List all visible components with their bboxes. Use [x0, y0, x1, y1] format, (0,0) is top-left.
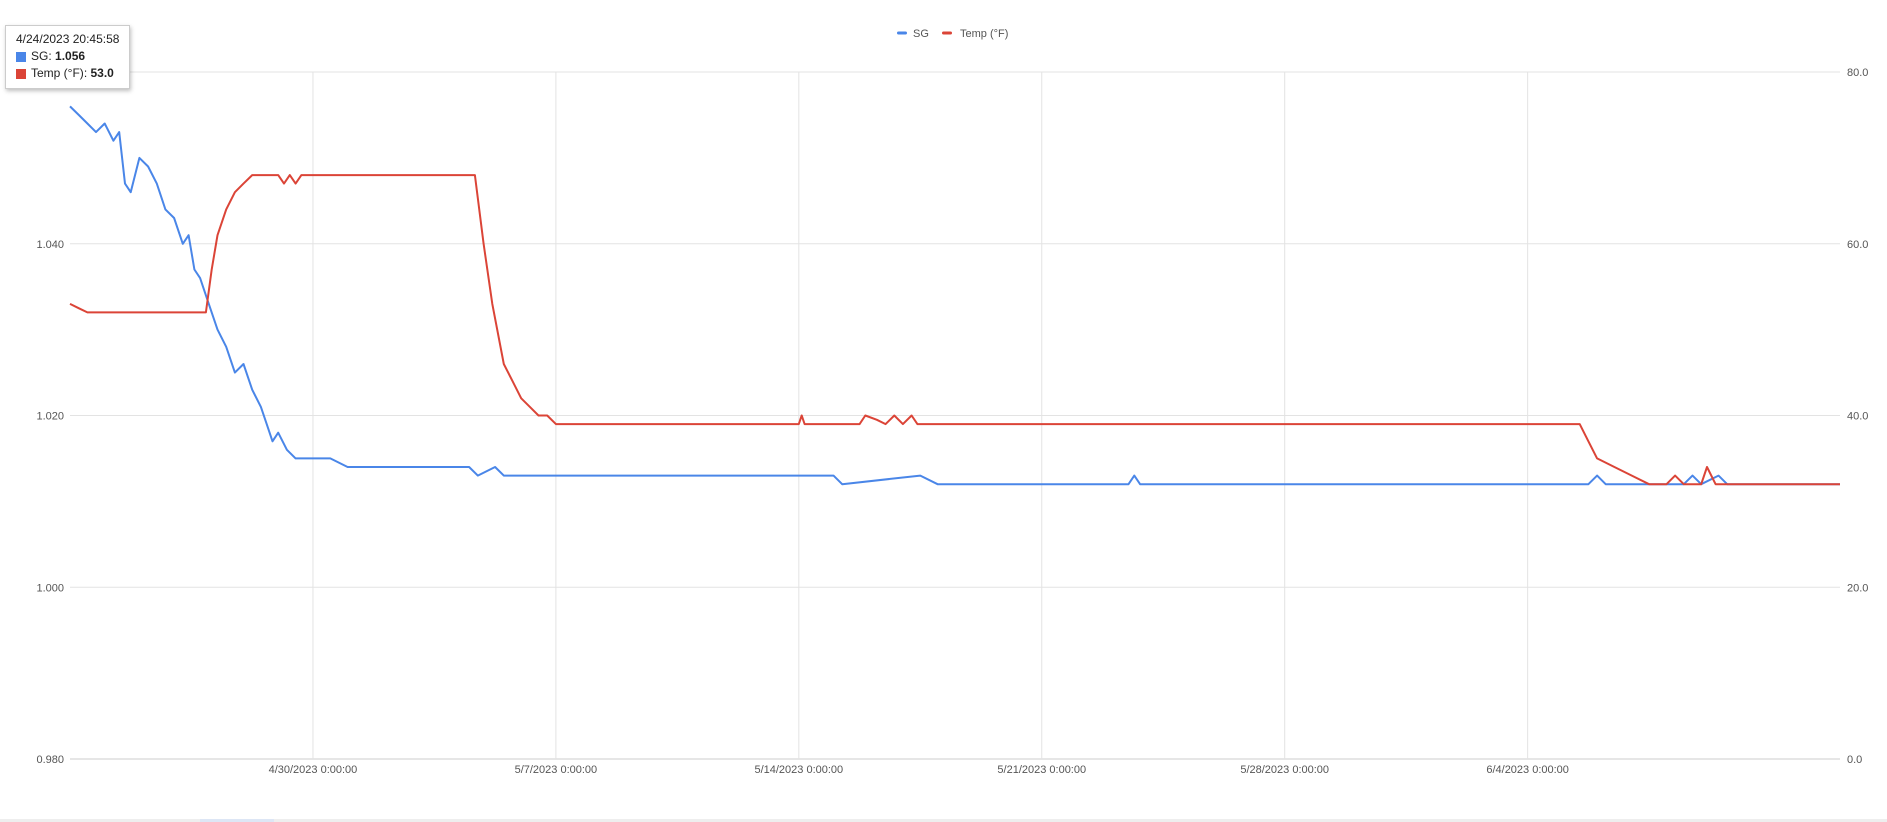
series-layer	[69, 105, 1840, 486]
tooltip-label-sg: SG	[31, 49, 49, 63]
tooltip-swatch-temp	[16, 68, 26, 79]
tooltip-date: 4/24/2023 20:45:58	[16, 32, 120, 46]
y-right-tick-label: 60.0	[1847, 239, 1868, 251]
tooltip-value-sg: 1.056	[55, 49, 86, 63]
legend-label-sg[interactable]: SG	[913, 28, 929, 40]
tooltip-swatch-sg	[16, 51, 26, 62]
x-tick-label: 4/30/2023 0:00:00	[269, 764, 358, 776]
y-left-tick-label: 1.020	[36, 411, 64, 423]
legend-label-temp[interactable]: Temp (°F)	[960, 28, 1008, 40]
y-left-tick-label: 1.040	[36, 239, 64, 251]
x-tick-label: 5/14/2023 0:00:00	[754, 764, 843, 776]
tooltip-label-temp: Temp (°F)	[31, 66, 84, 80]
legend-swatch-sg[interactable]	[897, 31, 907, 35]
tooltip-value-temp: 53.0	[90, 66, 114, 80]
x-tick-label: 6/4/2023 0:00:00	[1486, 764, 1569, 776]
line-chart: 0.980 1.000 1.020 1.040 0.0 20.0 40.0 60.0 80.0…	[36, 28, 1868, 776]
tooltip-row-sg: SG: 1.056	[16, 48, 119, 65]
x-tick-label: 5/28/2023 0:00:00	[1240, 764, 1329, 776]
left-axis: 0.980 1.000 1.020 1.040	[36, 239, 64, 766]
x-tick-label: 5/7/2023 0:00:00	[515, 764, 598, 776]
y-right-tick-label: 80.0	[1847, 67, 1868, 79]
y-left-tick-label: 1.000	[36, 582, 64, 594]
series-line-sg	[69, 105, 1840, 486]
x-axis: 4/30/2023 0:00:00 5/7/2023 0:00:00 5/14/20…	[269, 764, 1569, 776]
legend: SG Temp (°F)	[897, 28, 1008, 40]
y-right-tick-label: 40.0	[1847, 411, 1868, 423]
tooltip-row-temp: Temp (°F): 53.0	[16, 65, 119, 82]
x-tick-label: 5/21/2023 0:00:00	[997, 764, 1086, 776]
legend-swatch-temp[interactable]	[942, 31, 952, 35]
y-left-tick-label: 0.980	[36, 754, 64, 766]
y-right-tick-label: 0.0	[1847, 754, 1862, 766]
y-right-tick-label: 20.0	[1847, 582, 1868, 594]
right-axis: 0.0 20.0 40.0 60.0 80.0	[1847, 67, 1868, 766]
series-line-temp	[69, 174, 1840, 486]
tooltip: 4/24/2023 20:45:58 SG: 1.056 Temp (°F): …	[5, 25, 131, 89]
